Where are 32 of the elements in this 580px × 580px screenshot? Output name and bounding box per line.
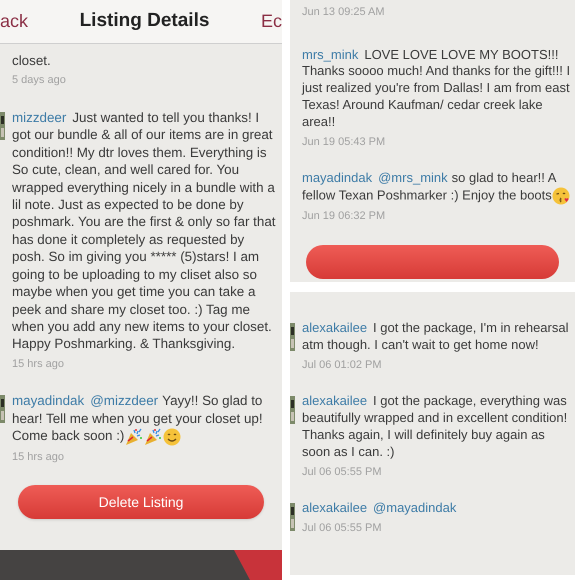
username-link[interactable]: mayadindak xyxy=(12,393,84,408)
delete-listing-button[interactable] xyxy=(306,244,559,279)
username-link[interactable]: mayadindak xyxy=(302,170,372,186)
comment-text: alexakailee I got the package, everything was beautifully wrapped and in excellent condition! Thanks again, I will definitely buy again as soon as I can. :) xyxy=(302,393,568,461)
comment-time: Jul 06 01:02 PM xyxy=(302,358,382,373)
screen-title: Listing Details xyxy=(80,9,210,34)
comment-time: 5 days ago xyxy=(12,73,67,88)
mention-link[interactable]: @mrs_mink xyxy=(378,170,448,186)
username-link[interactable]: alexakailee xyxy=(302,500,368,516)
username-link[interactable]: mrs_mink xyxy=(302,46,358,62)
username-link[interactable]: alexakailee xyxy=(302,320,368,335)
username-link[interactable]: alexakailee xyxy=(302,393,368,408)
comment-time: 15 hrs ago xyxy=(12,356,65,372)
comment-time: 15 hrs ago xyxy=(12,450,65,465)
edit-button[interactable]: Ec xyxy=(260,8,282,35)
back-button[interactable]: ack xyxy=(0,8,28,35)
comment-text: closet. xyxy=(12,52,52,70)
comment-time: Jul 06 05:55 PM xyxy=(302,521,382,536)
username-link[interactable]: mizzdeer xyxy=(12,110,66,125)
comment-time: Jun 19 05:43 PM xyxy=(302,134,386,150)
comment-text: mrs_mink LOVE LOVE LOVE MY BOOTS!!! Thanks soooo much! And thanks for the gift!!! I just realized you're from Dallas! I am from east Texas! Around Kaufman/ cedar creek lake area!! xyxy=(302,46,571,131)
comment-time: Jul 06 05:55 PM xyxy=(302,464,382,480)
mention-link[interactable]: @mayadindak xyxy=(373,500,456,516)
comment-text: mayadindak @mizzdeer Yayy!! So glad to hear! Tell me when you get your closet up! Come back soon :) xyxy=(12,392,278,446)
mention-link[interactable]: @mizzdeer xyxy=(90,393,158,408)
comment-text: alexakailee I got the package, I'm in rehearsal atm though. I can't wait to get home now! xyxy=(302,320,570,354)
comment-text: mizzdeer Just wanted to tell you thanks! I got our bundle & all of our items are in great condition!! My dtr loves them. Everything is So cute, clean, and well cared for. You wrapped everything nicely in a bundle with a lil note. Just as expected to be done by poshmark. You are the first & only so far that has done it completely as requested by posh. So im giving you ***** (5)stars! I am going to be uploading to my cliset also so maybe when you get time you can take a peek and share my closet too. :) Tag me when you add any new items to your closet. Happy Poshmarking. & Thanksgiving. xyxy=(12,108,276,353)
comment-text: mayadindak @mrs_mink so glad to hear!! A fellow Texan Poshmarker :) Enjoy the boots xyxy=(302,170,571,206)
sold-ribbon xyxy=(234,550,282,580)
comment-time: Jun 13 09:25 AM xyxy=(302,5,386,20)
comment-time: Jun 19 06:32 PM xyxy=(302,209,386,224)
delete-listing-button[interactable]: Delete Listing xyxy=(18,485,264,520)
